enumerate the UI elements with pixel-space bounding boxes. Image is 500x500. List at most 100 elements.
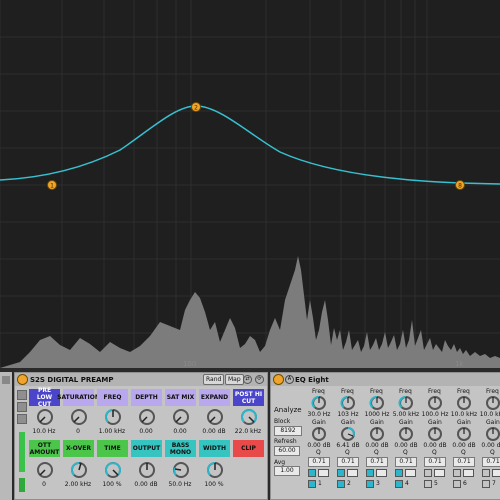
band-q-field[interactable]: 0.71 [366,457,388,467]
band-number: 1 [318,480,322,487]
band-freq-knob[interactable] [427,395,443,411]
band-gain-knob[interactable] [427,426,443,442]
band-freq-value: 1000 Hz [364,411,390,418]
macro-variation-icon[interactable]: ⇄ [243,375,252,384]
post-hi-cut-button[interactable]: POST HI CUT [233,389,264,406]
band-gain-knob[interactable] [456,426,472,442]
band-handle-2[interactable]: 2 [191,102,201,112]
avg-field[interactable]: 1.00 [274,466,300,476]
band-gain-knob[interactable] [369,426,385,442]
band-filter-menu[interactable] [405,469,416,477]
width-knob[interactable] [206,461,224,479]
expand-button[interactable]: EXPAND [199,389,230,406]
depth-button[interactable]: DEPTH [131,389,162,406]
x-over-value: 2.00 kHz [64,481,92,488]
band-q-field[interactable]: 0.71 [453,457,475,467]
band-on-toggle[interactable] [308,480,316,488]
freq-button[interactable]: FREQ [97,389,128,406]
band-freq-knob[interactable] [485,395,500,411]
band-freq-knob[interactable] [369,395,385,411]
band-q-field[interactable]: 0.71 [308,457,330,467]
expand-icon[interactable]: A [285,375,294,384]
band-gain-value: 0.00 dB [423,442,447,449]
band-freq-value: 103 Hz [337,411,359,418]
band-freq-label: Freq [486,388,499,395]
rand-button[interactable]: Rand [203,374,225,385]
map-button[interactable]: Map [225,374,244,385]
x-over-knob[interactable] [70,461,88,479]
time-knob[interactable] [104,461,122,479]
band-on-toggle[interactable] [482,480,490,488]
band-gain-knob[interactable] [311,426,327,442]
width-button[interactable]: WIDTH [199,440,230,457]
band-handle-1[interactable]: 1 [47,180,57,190]
band-q-field[interactable]: 0.71 [337,457,359,467]
sat-mix-button[interactable]: SAT MIX [165,389,196,406]
sat-mix-knob[interactable] [172,408,190,426]
bass-mono-knob[interactable] [172,461,190,479]
band-filter-menu[interactable] [492,469,500,477]
left-device-strip [0,372,12,500]
band-filter-type-icon[interactable] [453,469,461,477]
band-filter-menu[interactable] [463,469,474,477]
band-freq-knob[interactable] [398,395,414,411]
saturation-knob[interactable] [70,408,88,426]
band-filter-menu[interactable] [347,469,358,477]
band-gain-knob[interactable] [340,426,356,442]
band-q-field[interactable]: 0.71 [482,457,500,467]
bass-mono-button[interactable]: BASS MONO [165,440,196,457]
post-hi-cut-knob[interactable] [240,408,258,426]
ott-amount-knob[interactable] [36,461,54,479]
ott-amount-button[interactable]: OTT AMOUNT [29,440,60,457]
band-filter-type-icon[interactable] [337,469,345,477]
output-knob[interactable] [138,461,156,479]
band-q-field[interactable]: 0.71 [424,457,446,467]
x-over-button[interactable]: X-OVER [63,440,94,457]
avg-label: Avg [274,459,286,466]
band-freq-knob[interactable] [456,395,472,411]
band-filter-menu[interactable] [376,469,387,477]
band-q-field[interactable]: 0.71 [395,457,417,467]
band-filter-type-icon[interactable] [482,469,490,477]
depth-knob[interactable] [138,408,156,426]
band-handle-8[interactable]: 8 [455,180,465,190]
clip-button[interactable]: CLIP [233,440,264,457]
block-select[interactable]: 8192 [274,426,302,436]
collapse-icon[interactable] [2,376,10,384]
eq-graph[interactable]: 1 2 8 [0,0,500,368]
band-gain-knob[interactable] [485,426,500,442]
band-filter-menu[interactable] [318,469,329,477]
band-on-toggle[interactable] [337,480,345,488]
eq-display[interactable]: 1 2 8 100 1k [0,0,500,368]
band-freq-value: 100.0 Hz [421,411,449,418]
side-button-2[interactable] [17,402,27,412]
band-filter-type-icon[interactable] [395,469,403,477]
expand-knob[interactable] [206,408,224,426]
band-filter-type-icon[interactable] [308,469,316,477]
band-on-toggle[interactable] [366,480,374,488]
output-button[interactable]: OUTPUT [131,440,162,457]
eq8-on-toggle[interactable] [273,374,284,385]
band-freq-knob[interactable] [340,395,356,411]
saturation-button[interactable]: SATURATION [57,389,100,406]
device-on-toggle[interactable] [17,374,28,385]
band-filter-type-icon[interactable] [366,469,374,477]
band-freq-knob[interactable] [311,395,327,411]
band-filter-type-icon[interactable] [424,469,432,477]
hot-swap-icon[interactable]: ⟳ [255,375,264,384]
time-button[interactable]: TIME [97,440,128,457]
band-freq-label: Freq [428,388,441,395]
pre-low-cut-button[interactable]: PRE LOW CUT [29,387,60,408]
band-gain-label: Gain [457,419,471,426]
refresh-field[interactable]: 60.00 [274,446,300,456]
freq-knob[interactable] [104,408,122,426]
band-gain-label: Gain [428,419,442,426]
band-on-toggle[interactable] [424,480,432,488]
pre-low-cut-knob[interactable] [36,408,54,426]
band-filter-menu[interactable] [434,469,445,477]
side-button-3[interactable] [17,414,27,424]
side-button-1[interactable] [17,390,27,400]
band-gain-knob[interactable] [398,426,414,442]
band-on-toggle[interactable] [395,480,403,488]
band-on-toggle[interactable] [453,480,461,488]
